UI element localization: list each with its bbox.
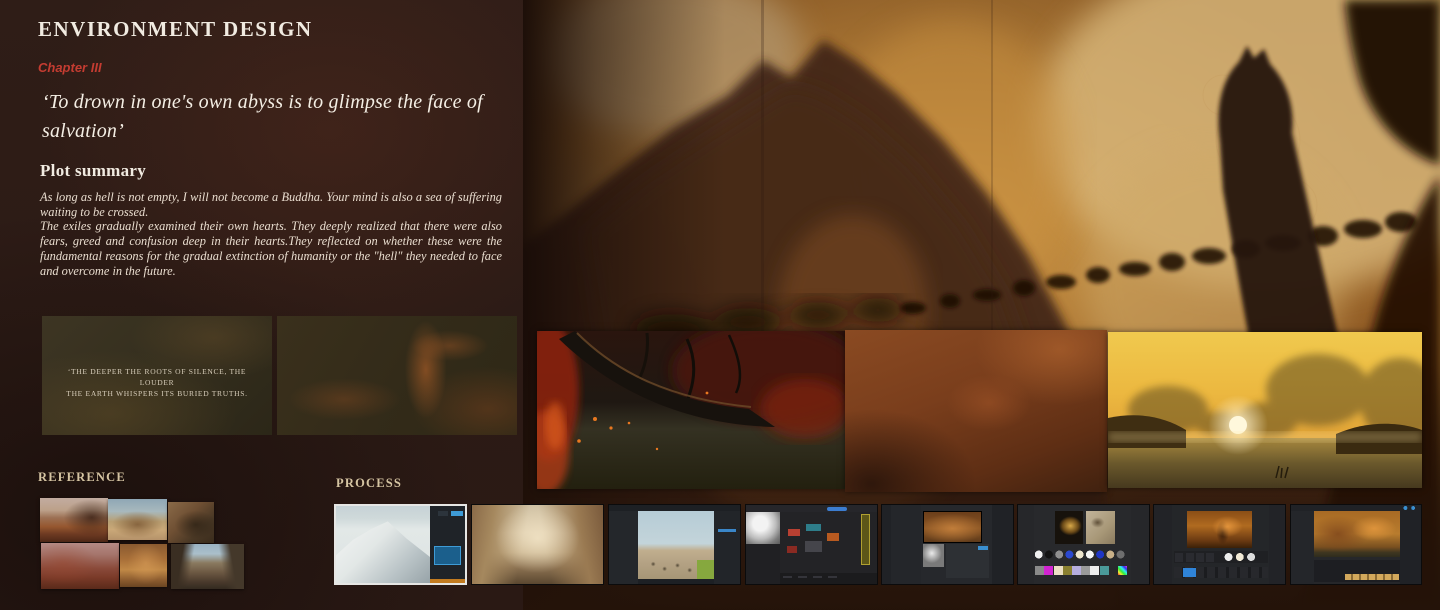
- heightmap-preview: [922, 543, 944, 568]
- reference-photo-canyon-valley: [171, 544, 244, 589]
- color-swatch-circles: [1035, 549, 1129, 561]
- timeline-filmstrip: [1345, 574, 1400, 580]
- process-section-label: PROCESS: [336, 476, 403, 490]
- process-step-heightfield-terrain: [334, 504, 467, 585]
- plot-summary-heading: Plot summary: [40, 161, 147, 180]
- reference-photo-desert-mesa: [40, 498, 108, 542]
- concept-caption: ‘The deeper the roots of silence, the lo…: [60, 366, 253, 399]
- process-step-texture-palette: [1017, 504, 1150, 585]
- process-step-scatter-viewport: [608, 504, 741, 585]
- scene-render-preview: [1186, 511, 1253, 548]
- process-step-shader-nodes: [745, 504, 878, 585]
- color-swatch-squares: [1035, 565, 1129, 577]
- concept-caption-line1: ‘The deeper the roots of silence, the lo…: [67, 366, 247, 387]
- render-burning-wreck: [537, 331, 845, 489]
- reference-photo-painted-canyon: [168, 502, 214, 543]
- composite-render-preview: [1314, 511, 1401, 558]
- process-step-compositing: [1290, 504, 1422, 585]
- plot-summary-text: As long as hell is not empty, I will not…: [40, 190, 502, 278]
- plot-paragraph-1: As long as hell is not empty, I will not…: [40, 190, 502, 219]
- reference-photo-ruins: [108, 499, 167, 540]
- process-step-scene-painting: [1153, 504, 1286, 585]
- terrain-settings-panel: [430, 506, 465, 583]
- page-title: ENVIRONMENT DESIGN: [38, 17, 313, 41]
- concept-caption-line2: the earth whispers its buried truths.: [66, 388, 248, 398]
- plot-paragraph-2: The exiles gradually examined their own …: [40, 219, 502, 278]
- reference-photo-dust-storm: [120, 544, 167, 587]
- reference-section-label: REFERENCE: [38, 470, 126, 484]
- process-step-landscape-lookdev: [881, 504, 1014, 585]
- render-golden-sunset: [1108, 332, 1422, 488]
- concept-still-terrain: [277, 316, 517, 435]
- concept-still-quote: ‘The deeper the roots of silence, the lo…: [42, 316, 272, 435]
- rock-texture-preview: [1054, 511, 1084, 545]
- process-step-canyon-render: [471, 504, 604, 585]
- render-rust-canyon: [845, 330, 1107, 492]
- terrain-viewport: [336, 506, 431, 583]
- chapter-label: Chapter III: [38, 60, 102, 75]
- material-sphere-preview: [746, 512, 781, 544]
- map-texture-preview: [1086, 511, 1115, 545]
- landscape-render-preview: [922, 510, 983, 543]
- brush-preset-row: [1173, 550, 1268, 564]
- chapter-quote: ‘To drown in one's own abyss is to glimp…: [42, 91, 483, 142]
- reference-photo-red-cliffs: [41, 543, 119, 589]
